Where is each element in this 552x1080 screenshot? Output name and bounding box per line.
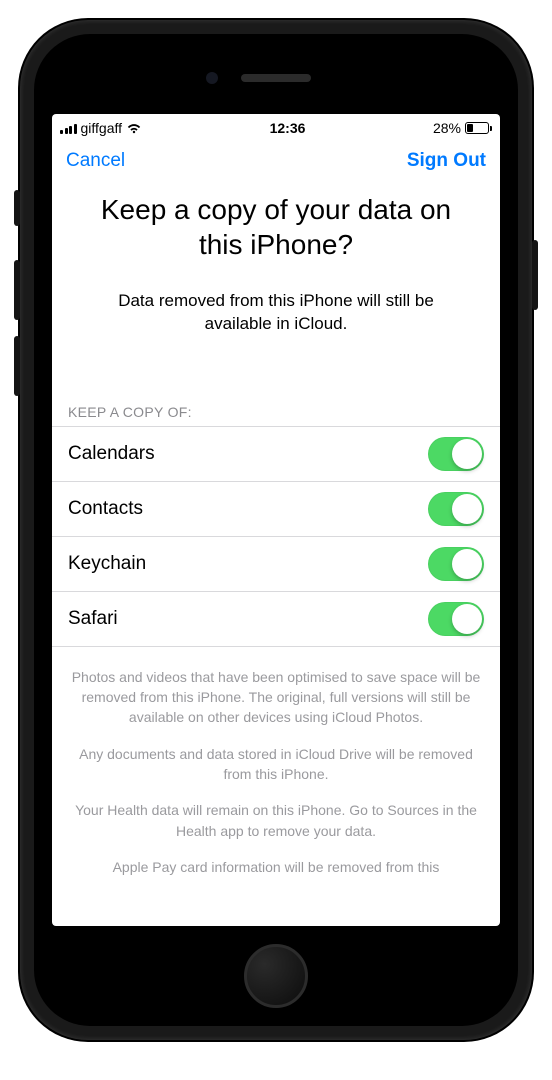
footer-paragraph: Your Health data will remain on this iPh… bbox=[70, 800, 482, 841]
nav-bar: Cancel Sign Out bbox=[52, 138, 500, 180]
phone-bezel: giffgaff 12:36 28% Cancel Sign Out bbox=[34, 34, 518, 1026]
home-button[interactable] bbox=[244, 944, 308, 1008]
list-item: Contacts bbox=[52, 482, 500, 537]
item-label-safari: Safari bbox=[68, 608, 118, 630]
battery-icon bbox=[465, 122, 492, 134]
volume-up-button bbox=[14, 260, 20, 320]
toggle-keychain[interactable] bbox=[428, 547, 484, 581]
volume-down-button bbox=[14, 336, 20, 396]
power-button bbox=[532, 240, 538, 310]
section-header: KEEP A COPY OF: bbox=[52, 336, 500, 426]
footer-paragraph: Apple Pay card information will be remov… bbox=[70, 857, 482, 877]
front-camera bbox=[206, 72, 218, 84]
footer-paragraph: Any documents and data stored in iCloud … bbox=[70, 744, 482, 785]
toggle-list: Calendars Contacts Keychain Safari bbox=[52, 426, 500, 647]
cancel-button[interactable]: Cancel bbox=[66, 150, 125, 172]
mute-switch bbox=[14, 190, 20, 226]
page-title: Keep a copy of your data on this iPhone? bbox=[52, 180, 500, 262]
carrier-label: giffgaff bbox=[81, 120, 123, 136]
list-item: Keychain bbox=[52, 537, 500, 592]
item-label-keychain: Keychain bbox=[68, 553, 146, 575]
content-area: Keep a copy of your data on this iPhone?… bbox=[52, 180, 500, 926]
list-item: Calendars bbox=[52, 427, 500, 482]
toggle-contacts[interactable] bbox=[428, 492, 484, 526]
toggle-safari[interactable] bbox=[428, 602, 484, 636]
list-item: Safari bbox=[52, 592, 500, 647]
earpiece-speaker bbox=[241, 74, 311, 82]
toggle-calendars[interactable] bbox=[428, 437, 484, 471]
item-label-calendars: Calendars bbox=[68, 443, 155, 465]
status-bar: giffgaff 12:36 28% bbox=[52, 114, 500, 138]
phone-frame: giffgaff 12:36 28% Cancel Sign Out bbox=[20, 20, 532, 1040]
footer-text: Photos and videos that have been optimis… bbox=[52, 647, 500, 877]
clock: 12:36 bbox=[270, 120, 306, 136]
wifi-icon bbox=[126, 122, 142, 134]
page-subtitle: Data removed from this iPhone will still… bbox=[52, 262, 500, 336]
cell-signal-icon bbox=[60, 122, 77, 134]
footer-paragraph: Photos and videos that have been optimis… bbox=[70, 667, 482, 728]
screen: giffgaff 12:36 28% Cancel Sign Out bbox=[52, 114, 500, 926]
sign-out-button[interactable]: Sign Out bbox=[407, 150, 486, 172]
battery-percentage: 28% bbox=[433, 120, 461, 136]
item-label-contacts: Contacts bbox=[68, 498, 143, 520]
